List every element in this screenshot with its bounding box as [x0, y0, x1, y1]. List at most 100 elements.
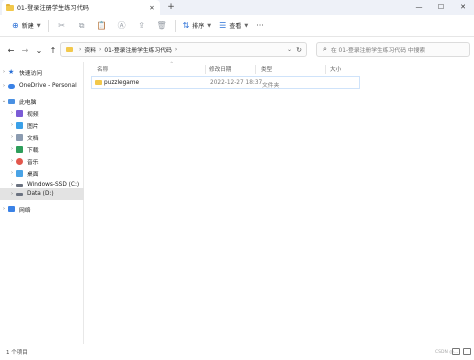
- file-name: puzzlegame: [104, 79, 140, 86]
- drive-icon: [16, 192, 23, 196]
- maximize-button[interactable]: ☐: [430, 0, 452, 15]
- new-tab-button[interactable]: +: [165, 1, 177, 13]
- sidebar-item-quick-access[interactable]: › ★ 快速访问: [0, 66, 84, 78]
- sort-button[interactable]: ⇅ 排序 ▼: [179, 18, 216, 34]
- expand-icon[interactable]: ›: [8, 110, 16, 116]
- back-arrow-icon[interactable]: ←: [4, 46, 18, 55]
- network-icon: [8, 206, 15, 212]
- sidebar-item-pictures[interactable]: › 图片: [0, 119, 84, 131]
- copy-icon[interactable]: ⧉: [72, 18, 92, 34]
- paste-icon[interactable]: 📋: [92, 18, 112, 34]
- forward-arrow-icon[interactable]: →: [18, 46, 32, 55]
- address-bar[interactable]: › 资料 › 01-登录注册学生练习代码 › ⌄ ↻: [60, 42, 307, 57]
- folder-icon: [66, 47, 73, 52]
- column-divider[interactable]: [325, 65, 326, 74]
- plus-circle-icon: ⊕: [12, 21, 19, 30]
- expand-icon[interactable]: ›: [8, 134, 16, 140]
- search-icon: ⌕: [323, 45, 327, 53]
- share-icon[interactable]: ⇪: [132, 18, 152, 34]
- column-divider[interactable]: [205, 65, 206, 74]
- expand-icon[interactable]: ›: [0, 206, 8, 212]
- sort-label: 排序: [192, 23, 205, 30]
- view-label: 查看: [229, 23, 242, 30]
- drive-icon: [16, 183, 23, 187]
- sidebar-item-downloads[interactable]: › 下载: [0, 143, 84, 155]
- cut-icon[interactable]: ✂: [52, 18, 72, 34]
- collapse-icon[interactable]: ⌄: [0, 98, 8, 104]
- breadcrumb-item[interactable]: 01-登录注册学生练习代码: [104, 45, 171, 54]
- sidebar-item-label: 下载: [27, 147, 39, 154]
- file-date: 2022-12-27 18:37: [210, 79, 263, 86]
- refresh-icon[interactable]: ↻: [296, 46, 302, 54]
- details-view-icon[interactable]: [452, 348, 460, 355]
- sidebar-item-desktop[interactable]: › 桌面: [0, 167, 84, 179]
- expand-icon[interactable]: ›: [8, 122, 16, 128]
- desktop-icon: [16, 169, 23, 177]
- chevron-down-icon[interactable]: ⌄: [287, 46, 292, 53]
- rename-icon[interactable]: Ⓐ: [112, 18, 132, 34]
- recent-chevron-icon[interactable]: ⌄: [32, 46, 46, 55]
- sidebar-item-onedrive[interactable]: › OneDrive - Personal: [0, 80, 84, 92]
- divider: [174, 19, 176, 32]
- column-divider[interactable]: [255, 65, 256, 74]
- video-icon: [16, 109, 23, 117]
- tab-close-button[interactable]: ✕: [147, 4, 157, 12]
- chevron-right-icon: ›: [174, 46, 178, 53]
- sidebar-item-label: 此电脑: [19, 99, 37, 106]
- column-header-type[interactable]: 类型: [261, 65, 272, 73]
- new-button[interactable]: ⊕ 新建 ▼: [8, 18, 45, 34]
- divider: [47, 19, 49, 32]
- expand-icon[interactable]: ›: [8, 158, 16, 164]
- expand-icon[interactable]: ›: [0, 69, 8, 75]
- minimize-button[interactable]: —: [408, 0, 430, 15]
- file-list: ^ 名称 修改日期 类型 大小 puzzlegame 2022-12-27 18…: [85, 61, 474, 344]
- sidebar-item-music[interactable]: › 音乐: [0, 155, 84, 167]
- picture-icon: [16, 121, 23, 129]
- sidebar-item-label: 快速访问: [19, 70, 43, 77]
- chevron-down-icon: ▼: [36, 22, 41, 29]
- sidebar-item-drive-d[interactable]: › Data (D:): [0, 188, 84, 200]
- view-button[interactable]: ☰ 查看 ▼: [215, 18, 252, 34]
- expand-icon[interactable]: ›: [8, 191, 16, 197]
- column-header-date[interactable]: 修改日期: [209, 65, 231, 73]
- download-icon: [16, 145, 23, 153]
- cloud-icon: [8, 83, 15, 89]
- file-type: 文件夹: [262, 82, 280, 89]
- sidebar-item-label: 视频: [27, 111, 39, 118]
- column-header-name[interactable]: 名称: [97, 65, 108, 73]
- breadcrumb-item[interactable]: 资料: [84, 45, 96, 54]
- chevron-down-icon: ▼: [244, 22, 249, 29]
- sidebar-item-label: 图片: [27, 123, 39, 130]
- up-arrow-icon[interactable]: ↑: [46, 46, 60, 55]
- expand-icon[interactable]: ›: [8, 146, 16, 152]
- close-button[interactable]: ✕: [452, 0, 474, 15]
- tab-title: 01-登录注册学生练习代码: [17, 5, 89, 12]
- sidebar-item-network[interactable]: › 网络: [0, 203, 84, 215]
- sidebar-item-videos[interactable]: › 视频: [0, 107, 84, 119]
- more-options-button[interactable]: ···: [256, 21, 264, 30]
- sidebar-item-label: 桌面: [27, 171, 39, 178]
- address-row: ← → ⌄ ↑ › 资料 › 01-登录注册学生练习代码 › ⌄ ↻ ⌕ 在 0…: [0, 38, 474, 62]
- column-header-size[interactable]: 大小: [330, 65, 341, 73]
- search-placeholder: 在 01-登录注册学生练习代码 中搜索: [330, 48, 426, 54]
- search-input[interactable]: ⌕ 在 01-登录注册学生练习代码 中搜索: [316, 42, 470, 57]
- table-row[interactable]: puzzlegame 2022-12-27 18:37 文件夹: [91, 76, 360, 89]
- chevron-right-icon: ›: [99, 46, 102, 53]
- navigation-pane: › ★ 快速访问 › OneDrive - Personal ⌄ 此电脑 › 视…: [0, 62, 84, 344]
- chevron-right-icon: ›: [79, 46, 82, 53]
- command-bar: ⊕ 新建 ▼ ✂ ⧉ 📋 Ⓐ ⇪ 🗑 ⇅ 排序 ▼ ☰ 查看 ▼ ···: [0, 15, 474, 37]
- music-icon: [16, 157, 23, 165]
- chevron-down-icon: ▼: [207, 22, 212, 29]
- delete-icon[interactable]: 🗑: [152, 18, 172, 34]
- sidebar-item-documents[interactable]: › 文档: [0, 131, 84, 143]
- sidebar-item-label: OneDrive - Personal: [19, 83, 77, 89]
- status-bar: 1 个项目 CSDN @...: [0, 344, 474, 360]
- sort-indicator-icon: ^: [170, 61, 174, 66]
- tiles-view-icon[interactable]: [463, 348, 471, 355]
- tab-current-folder[interactable]: 01-登录注册学生练习代码 ✕: [2, 0, 160, 15]
- sidebar-item-this-pc[interactable]: ⌄ 此电脑: [0, 95, 84, 107]
- expand-icon[interactable]: ›: [0, 83, 8, 89]
- expand-icon[interactable]: ›: [8, 170, 16, 176]
- item-count: 1 个项目: [6, 350, 28, 356]
- view-icon: ☰: [219, 21, 227, 30]
